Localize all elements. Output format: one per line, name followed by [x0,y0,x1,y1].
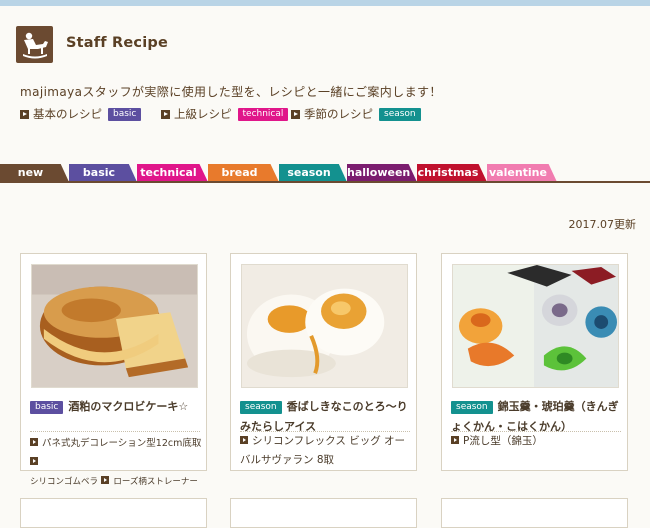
recipe-card[interactable] [230,498,417,528]
tab-season[interactable]: season [279,164,347,182]
arrow-square-icon [451,436,459,444]
recipe-photo[interactable] [452,264,619,388]
category-badge: basic [30,401,64,414]
tab-basic[interactable]: basic [69,164,137,182]
recipe-title[interactable]: basic 酒粕のマクロビケーキ☆ [30,397,202,417]
intro-text: majimayaスタッフが実際に使用した型を、レシピと一緒にご案内します！ [20,85,442,99]
category-badge: season [451,401,493,414]
arrow-square-icon [240,436,248,444]
tool-link[interactable]: ローズ柄ストレーナー [113,477,198,487]
arrow-square-icon [161,109,170,119]
tool-link[interactable]: P流し型（錦玉） [463,435,543,447]
tab-valentine[interactable]: valentine [487,164,557,182]
category-tabs: new basic technical bread season hallowe… [0,164,650,182]
rocking-horse-logo[interactable] [16,26,53,63]
tab-bread[interactable]: bread [208,164,279,182]
category-badge: technical [237,107,289,121]
tool-list: P流し型（錦玉） [451,432,625,451]
top-accent-bar [0,0,650,6]
updated-date: 2017.07更新 [568,218,637,231]
tool-link[interactable]: パネ式丸デコレーション型12cm底取 [42,438,201,449]
tab-halloween[interactable]: halloween [347,164,417,182]
quick-link-label: 基本のレシピ [33,107,102,121]
tool-list: シリコンフレックス ビッグ オーバルサヴァラン 8取 [240,432,414,470]
category-badge: season [379,107,421,121]
recipe-card[interactable] [20,498,207,528]
quick-link-basic[interactable]: 基本のレシピ basic [20,106,142,122]
category-badge: season [240,401,282,414]
recipe-photo[interactable] [31,264,198,388]
arrow-square-icon [20,109,29,119]
tab-christmas[interactable]: christmas [417,164,487,182]
recipe-card[interactable]: season 錦玉羹・琥珀羹（きんぎょくかん・こはくかん） P流し型（錦玉） [441,253,628,471]
tool-list: パネ式丸デコレーション型12cm底取 シリコンゴムベラ ローズ柄ストレーナー [30,434,204,492]
category-badge: basic [108,107,142,121]
tool-link[interactable]: シリコンゴムベラ [30,477,98,487]
tab-technical[interactable]: technical [137,164,208,182]
arrow-square-icon [30,438,38,446]
arrow-square-icon [291,109,300,119]
site-title: Staff Recipe [66,35,169,51]
tab-new[interactable]: new [0,164,69,182]
quick-link-label: 季節のレシピ [304,107,373,121]
divider [30,431,200,432]
recipe-title-text: 酒粕のマクロビケーキ☆ [68,400,189,413]
recipe-photo[interactable] [241,264,408,388]
recipe-card[interactable]: basic 酒粕のマクロビケーキ☆ パネ式丸デコレーション型12cm底取 シリコン… [20,253,207,487]
tab-underline [0,181,650,183]
arrow-square-icon [101,476,110,484]
arrow-square-icon [30,457,38,465]
recipe-card[interactable]: season 香ばしきなこのとろ〜りみたらしアイス シリコンフレックス ビッグ オ… [230,253,417,471]
quick-link-technical[interactable]: 上級レシピ technical [161,106,289,122]
tool-link[interactable]: シリコンフレックス ビッグ オーバルサヴァラン 8取 [240,435,405,466]
quick-link-season[interactable]: 季節のレシピ season [291,106,421,122]
recipe-card[interactable] [441,498,628,528]
quick-link-label: 上級レシピ [174,107,232,121]
